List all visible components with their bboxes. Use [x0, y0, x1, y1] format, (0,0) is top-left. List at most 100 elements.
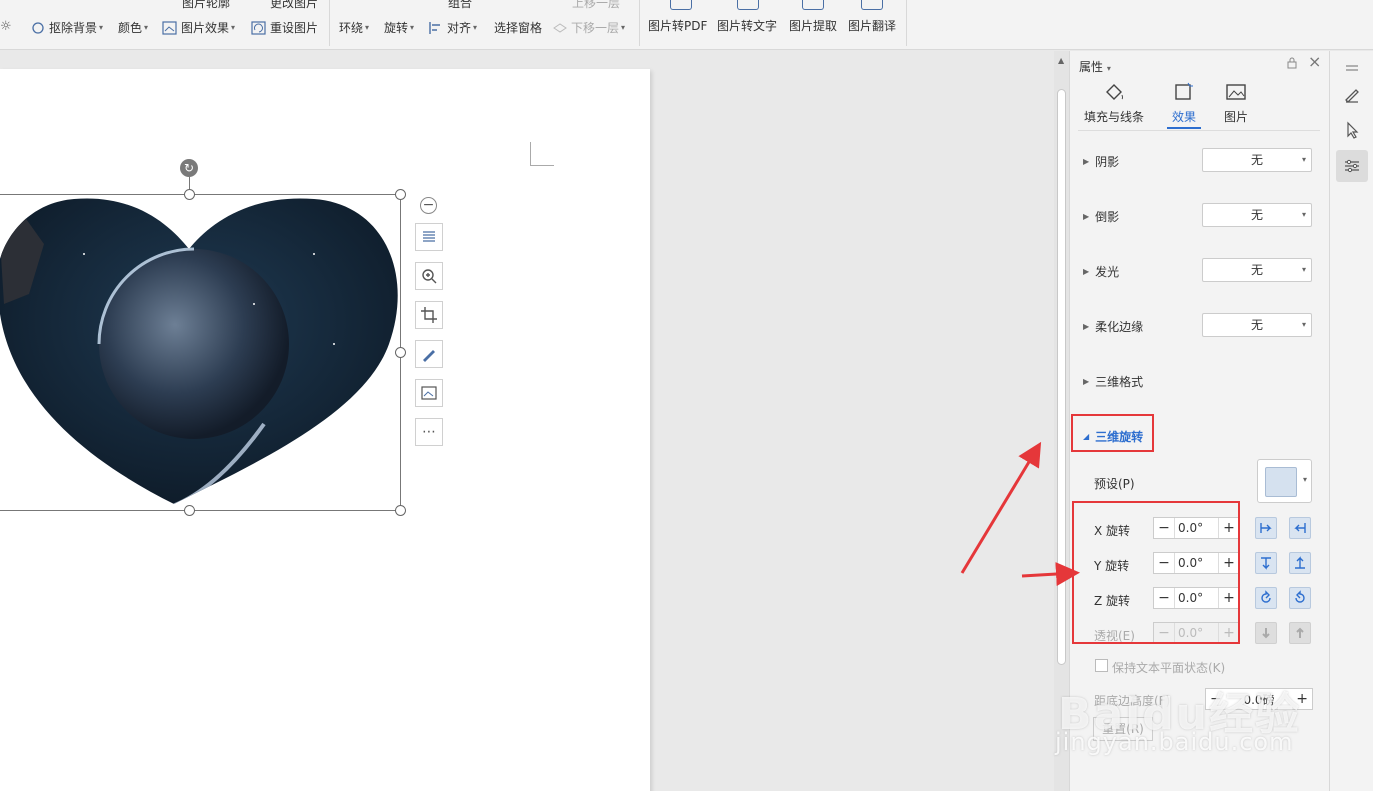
align-icon: [429, 21, 440, 34]
tab-fill-and-line[interactable]: 填充与线条: [1084, 81, 1144, 131]
perspective-narrow-button[interactable]: [1255, 622, 1277, 644]
rotate-left-button[interactable]: [1255, 517, 1277, 539]
color-button[interactable]: 颜色 ▾: [118, 19, 148, 36]
tab-picture[interactable]: 图片: [1206, 81, 1266, 131]
section-3d-format[interactable]: ▶ 三维格式: [1083, 373, 1143, 390]
perspective-input[interactable]: [1174, 623, 1219, 643]
x-rotation-input[interactable]: [1174, 518, 1219, 538]
minus-icon[interactable]: −: [1154, 553, 1174, 573]
picture-effects-icon: [162, 20, 177, 35]
document-canvas[interactable]: ↻ − ⋯: [0, 51, 1054, 791]
shadow-dropdown[interactable]: 无 ▾: [1202, 148, 1312, 172]
resize-handle-bottom-right[interactable]: [395, 505, 406, 516]
preset-dropdown[interactable]: ▾: [1257, 459, 1312, 503]
resize-handle-right[interactable]: [395, 347, 406, 358]
x-rotation-stepper[interactable]: − +: [1153, 517, 1240, 539]
chevron-down-icon: ▾: [144, 23, 149, 32]
align-button[interactable]: 对齐 ▾: [428, 19, 477, 36]
rotate-up-button[interactable]: [1255, 552, 1277, 574]
plus-icon[interactable]: +: [1219, 553, 1239, 573]
close-icon[interactable]: ×: [1308, 54, 1321, 70]
replace-picture-button[interactable]: [415, 379, 443, 407]
x-rotation-label: X 旋转: [1094, 524, 1131, 538]
layout-options-button[interactable]: [415, 223, 443, 251]
pen-icon[interactable]: [1336, 78, 1368, 110]
section-reflection[interactable]: ▶ 倒影: [1083, 208, 1119, 225]
perspective-stepper[interactable]: − +: [1153, 622, 1240, 644]
chevron-down-icon: ▾: [99, 23, 104, 32]
y-rotation-input[interactable]: [1174, 553, 1219, 573]
z-rotation-stepper[interactable]: − +: [1153, 587, 1240, 609]
lock-icon[interactable]: [1286, 57, 1298, 69]
keep-text-flat-checkbox[interactable]: [1095, 659, 1108, 672]
plus-icon[interactable]: +: [1219, 518, 1239, 538]
rotate-ccw-button[interactable]: [1255, 587, 1277, 609]
paint-bucket-icon: [1106, 84, 1123, 100]
resize-handle-top-right[interactable]: [395, 189, 406, 200]
plus-icon[interactable]: +: [1219, 623, 1239, 643]
minus-icon[interactable]: −: [1154, 518, 1174, 538]
crop-button[interactable]: [415, 301, 443, 329]
picture-extract-button[interactable]: 图片提取: [789, 0, 837, 46]
rotate-handle-icon[interactable]: ↻: [180, 159, 198, 177]
selection-pane-button[interactable]: 选择窗格: [494, 19, 542, 36]
zoom-picture-button[interactable]: [415, 262, 443, 290]
picture-selection-frame[interactable]: [0, 194, 401, 511]
scroll-up-icon[interactable]: ▲: [1058, 56, 1064, 65]
send-backward-button[interactable]: 下移一层 ▾: [552, 19, 625, 36]
triangle-right-icon: ▶: [1083, 322, 1090, 331]
rotate-button[interactable]: 旋转 ▾: [384, 19, 414, 36]
section-soft-edges[interactable]: ▶ 柔化边缘: [1083, 318, 1143, 335]
chevron-down-icon: ▾: [365, 23, 370, 32]
glow-dropdown[interactable]: 无 ▾: [1202, 258, 1312, 282]
z-rotation-label: Z 旋转: [1094, 594, 1131, 608]
minus-icon[interactable]: −: [1154, 588, 1174, 608]
resize-handle-top[interactable]: [184, 189, 195, 200]
change-picture-button[interactable]: 更改图片: [270, 0, 318, 11]
reflection-dropdown[interactable]: 无 ▾: [1202, 203, 1312, 227]
scrollbar-thumb[interactable]: [1057, 89, 1066, 665]
soft-edges-dropdown[interactable]: 无 ▾: [1202, 313, 1312, 337]
more-options-button[interactable]: ⋯: [415, 418, 443, 446]
translate-label: 图片翻译: [848, 19, 897, 33]
rotate-down-icon: [1295, 556, 1305, 569]
bring-forward-button[interactable]: 上移一层: [572, 0, 620, 11]
rotate-cw-icon: [1295, 590, 1305, 603]
tab-effects[interactable]: 效果: [1154, 81, 1214, 131]
rotate-right-button[interactable]: [1289, 517, 1311, 539]
picture-to-pdf-button[interactable]: 图片转PDF: [648, 0, 707, 46]
wrap-button[interactable]: 环绕 ▾: [339, 19, 369, 36]
y-rotation-stepper[interactable]: − +: [1153, 552, 1240, 574]
section-glow[interactable]: ▶ 发光: [1083, 263, 1119, 280]
rotate-cw-button[interactable]: [1289, 587, 1311, 609]
remove-background-button[interactable]: 抠除背景 ▾: [30, 19, 103, 36]
tab-divider: [1078, 130, 1320, 131]
ribbon-separator: [329, 0, 330, 46]
ribbon-separator: [639, 0, 640, 46]
extract-label: 图片提取: [789, 19, 838, 33]
wrap-label: 环绕: [339, 21, 364, 35]
triangle-right-icon: ▶: [1083, 267, 1090, 276]
crop-small-icon[interactable]: ☼: [0, 19, 12, 34]
collapse-toolbar-icon[interactable]: −: [420, 197, 437, 214]
rotate-down-button[interactable]: [1289, 552, 1311, 574]
perspective-widen-button[interactable]: [1289, 622, 1311, 644]
edit-picture-button[interactable]: [415, 340, 443, 368]
z-rotation-input[interactable]: [1174, 588, 1219, 608]
group-button[interactable]: 组合: [448, 0, 472, 11]
arrow-down-icon: [1262, 628, 1270, 639]
cursor-icon[interactable]: [1336, 114, 1368, 146]
picture-to-text-button[interactable]: 图片转文字: [717, 0, 777, 46]
minus-icon[interactable]: −: [1154, 623, 1174, 643]
picture-effects-button[interactable]: 图片效果 ▾: [162, 19, 235, 36]
settings-sliders-icon[interactable]: [1336, 150, 1368, 182]
picture-translate-button[interactable]: 图片翻译: [848, 0, 896, 46]
section-shadow[interactable]: ▶ 阴影: [1083, 153, 1119, 170]
reset-picture-button[interactable]: 重设图片: [251, 19, 318, 36]
panel-title[interactable]: 属性 ▾: [1079, 58, 1111, 75]
align-label: 对齐: [447, 21, 472, 35]
plus-icon[interactable]: +: [1219, 588, 1239, 608]
resize-handle-bottom[interactable]: [184, 505, 195, 516]
section-3d-rotation[interactable]: ◢ 三维旋转: [1083, 428, 1143, 445]
picture-outline-button[interactable]: 图片轮廓: [182, 0, 230, 11]
